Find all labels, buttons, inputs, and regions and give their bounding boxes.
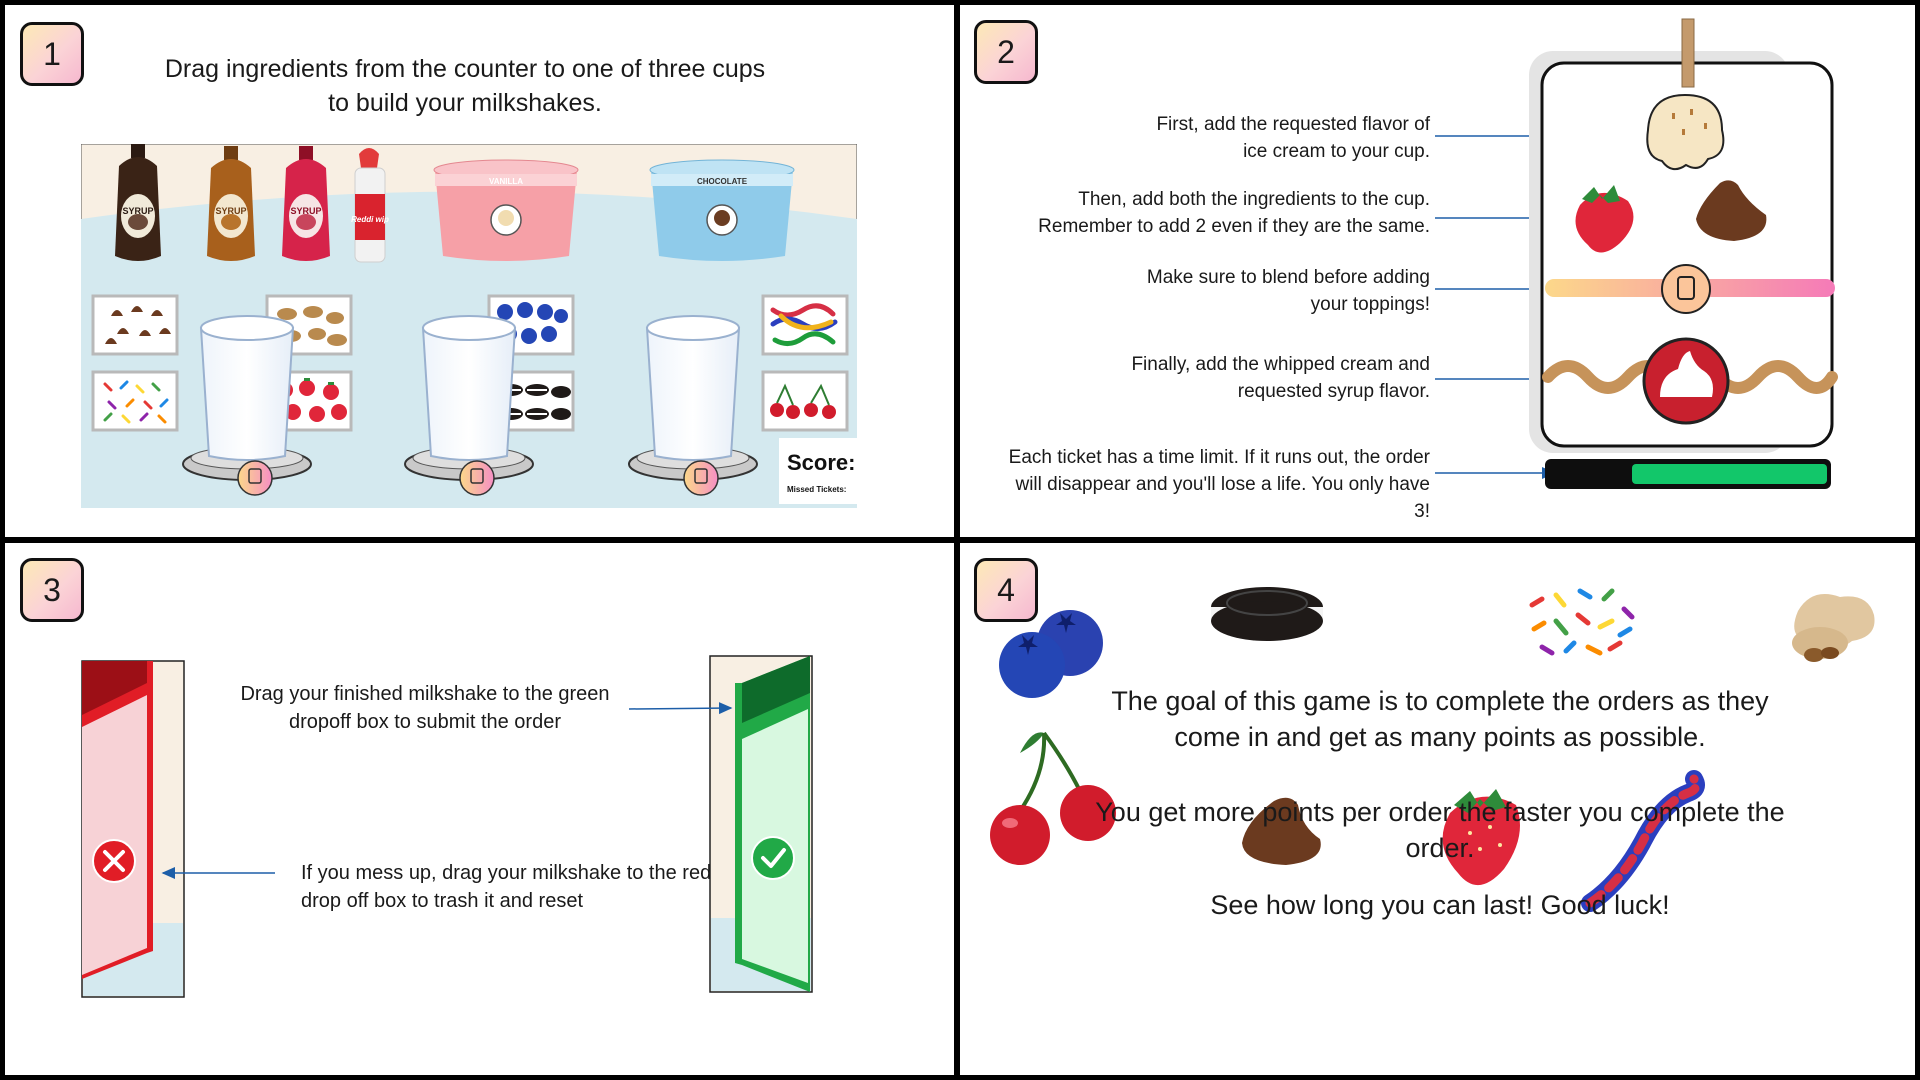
ice-cream-scoop-icon [1646,93,1725,171]
whipped-cream-icon [1642,337,1730,425]
blend-button-3[interactable] [683,460,719,496]
border-bottom [0,1075,1920,1080]
panel-2: 2 First, add the requested flavor of ice… [960,5,1915,537]
score-box: Score: Missed Tickets: [779,438,857,504]
sprinkles-tray[interactable] [91,370,179,432]
panel-3: 3 Drag your finished milkshake to the gr… [5,543,954,1075]
syrup-label: SYRUP [122,206,153,216]
timer-fill [1632,464,1827,484]
points-text: You get more points per order the faster… [1095,797,1785,863]
panel-4: 4 The goal of this game is to complete t… [960,543,1915,1075]
tub-label-vanilla: VANILLA [489,177,523,186]
chocolate-tub[interactable]: CHOCOLATE [649,159,795,261]
whip-label: Reddi wip [351,215,389,224]
missed-tickets-label: Missed Tickets: [787,485,846,494]
goal-text: The goal of this game is to complete the… [1111,686,1769,752]
arrow-to-green [628,702,733,715]
vanilla-tub[interactable]: VANILLA [433,159,579,261]
red-dropoff-box[interactable] [81,660,185,998]
blend-button-1[interactable] [237,460,273,496]
syrup-label: SYRUP [290,206,321,216]
ticket-diagram [1435,18,1838,489]
sprinkles-icon [1518,583,1642,663]
counter-scene: SYRUP SYRUP SYRUP Reddi wip VANILLA CHOC… [81,144,857,508]
dropoff-diagram [81,655,813,998]
cherries-tray[interactable] [761,370,849,432]
instruction-text: Drag ingredients from the counter to one… [164,55,766,117]
score-label: Score: [787,450,855,475]
cookie-icon [1211,587,1323,641]
green-dropoff-box[interactable] [709,655,813,993]
peanut-icon [1792,594,1875,662]
check-icon [751,836,795,880]
tub-label-chocolate: CHOCOLATE [697,177,748,186]
good-luck-text: See how long you can last! Good luck! [1210,890,1670,920]
tutorial-screen: 1 Drag ingredients from the counter to o… [0,0,1920,1080]
ticket-clip [1681,18,1695,88]
panel-1: 1 Drag ingredients from the counter to o… [5,5,954,537]
gummy-worms-tray[interactable] [761,294,849,356]
step-badge-1: 1 [20,22,84,86]
blend-button-2[interactable] [459,460,495,496]
chocolate-chips-tray[interactable] [91,294,179,356]
syrup-label: SYRUP [215,206,246,216]
ticket-timer [1545,459,1831,489]
